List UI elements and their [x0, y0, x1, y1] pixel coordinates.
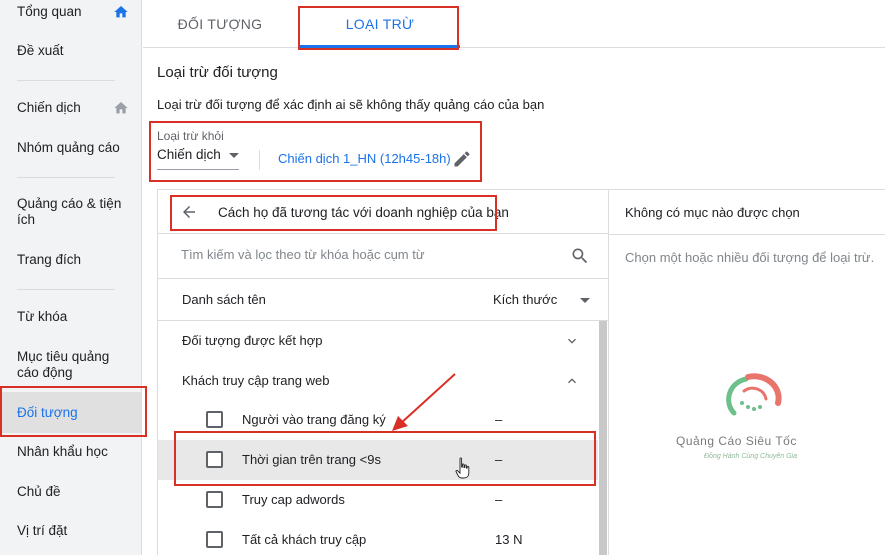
sidebar-divider [17, 289, 115, 290]
hand-cursor-icon [455, 457, 470, 479]
item-label: Người vào trang đăng ký [242, 412, 386, 427]
sidebar-item-label: Nhóm quảng cáo [17, 140, 120, 155]
annotation-box-audiences [0, 386, 147, 437]
checkbox[interactable] [206, 491, 223, 508]
group-website-visitors[interactable]: Khách truy cập trang web [158, 361, 598, 401]
sort-caret-icon[interactable] [580, 298, 590, 303]
sidebar-item-label: Nhân khẩu học [17, 444, 108, 459]
group-combined-audiences[interactable]: Đối tượng được kết hợp [158, 321, 598, 361]
chevron-down-icon[interactable] [564, 333, 580, 349]
annotation-box-exclude-from [149, 121, 482, 182]
sidebar-divider [17, 177, 115, 178]
sidebar-item-overview[interactable]: Tổng quan [0, 4, 141, 20]
item-label: Tất cả khách truy cập [242, 532, 367, 547]
sidebar-item-label: Quảng cáo & tiện ích [17, 196, 122, 227]
column-header-name: Danh sách tên [182, 292, 266, 307]
sidebar-item-demographics[interactable]: Nhân khẩu học [0, 444, 141, 460]
item-size: – [495, 492, 503, 507]
search-row [158, 234, 609, 279]
sidebar-item-ads-extensions[interactable]: Quảng cáo & tiện ích [0, 196, 125, 228]
watermark-name: Quảng Cáo Siêu Tốc [676, 434, 797, 448]
checkbox[interactable] [206, 411, 223, 428]
group-label: Khách truy cập trang web [182, 373, 330, 388]
sidebar-item-label: Từ khóa [17, 309, 68, 324]
sidebar-item-topics[interactable]: Chủ đề [0, 484, 141, 500]
page-title: Loại trừ đối tượng [157, 64, 278, 81]
column-header-size[interactable]: Kích thước [493, 292, 557, 307]
chevron-up-icon[interactable] [564, 373, 580, 389]
sidebar: Tổng quan Đề xuất Chiến dịch Nhóm quảng … [0, 0, 142, 555]
sidebar-item-placements[interactable]: Vị trí đặt [0, 523, 141, 539]
watermark-tagline: Đồng Hành Cùng Chuyên Gia [704, 453, 798, 460]
sidebar-item-label: Tổng quan [17, 4, 82, 19]
home-icon [114, 6, 128, 18]
checkbox[interactable] [206, 531, 223, 548]
item-size: – [495, 412, 503, 427]
watermark-logo-icon [726, 373, 782, 416]
list-item[interactable]: Tất cả khách truy cập 13 N [158, 520, 598, 555]
sidebar-divider [17, 80, 115, 81]
audience-browser-panel: Cách họ đã tương tác với doanh nghiệp củ… [157, 189, 609, 555]
list-header: Danh sách tên Kích thước [158, 279, 609, 321]
group-label: Đối tượng được kết hợp [182, 333, 323, 348]
selection-panel: Không có mục nào được chọn Chọn một hoặc… [609, 189, 885, 555]
tab-bar: ĐỐI TƯỢNG LOẠI TRỪ [143, 0, 885, 48]
sidebar-item-label: Vị trí đặt [17, 523, 68, 538]
search-input[interactable] [181, 247, 561, 262]
sidebar-item-label: Chủ đề [17, 484, 61, 499]
annotation-box-back-row [170, 195, 497, 231]
sidebar-item-label: Chiến dịch [17, 100, 81, 115]
tab-label: ĐỐI TƯỢNG [177, 16, 263, 32]
tab-audiences[interactable]: ĐỐI TƯỢNG [165, 0, 275, 48]
sidebar-item-recommendations[interactable]: Đề xuất [0, 43, 141, 59]
home-icon [114, 102, 128, 114]
annotation-box-highlighted-item [174, 431, 596, 486]
annotation-box-exclusions-tab [298, 6, 459, 50]
item-size: 13 N [495, 532, 523, 547]
sidebar-item-keywords[interactable]: Từ khóa [0, 309, 141, 325]
item-label: Truy cap adwords [242, 492, 345, 507]
selection-header: Không có mục nào được chọn [625, 205, 800, 220]
divider [609, 234, 885, 235]
sidebar-item-campaigns[interactable]: Chiến dịch [0, 100, 141, 116]
sidebar-item-landing-pages[interactable]: Trang đích [0, 252, 141, 268]
list-item[interactable]: Truy cap adwords – [158, 480, 598, 520]
selection-empty-text: Chọn một hoặc nhiều đối tượng để loại tr… [625, 250, 875, 265]
sidebar-item-label: Trang đích [17, 252, 82, 267]
sidebar-item-dynamic-targets[interactable]: Mục tiêu quảng cáo động [0, 349, 120, 381]
scrollbar[interactable] [599, 321, 607, 555]
sidebar-item-label: Mục tiêu quảng cáo động [17, 349, 110, 380]
page-description: Loại trừ đối tượng để xác định ai sẽ khô… [157, 97, 545, 112]
search-icon[interactable] [570, 246, 590, 266]
sidebar-item-label: Đề xuất [17, 43, 64, 58]
sidebar-item-ad-groups[interactable]: Nhóm quảng cáo [0, 140, 141, 156]
